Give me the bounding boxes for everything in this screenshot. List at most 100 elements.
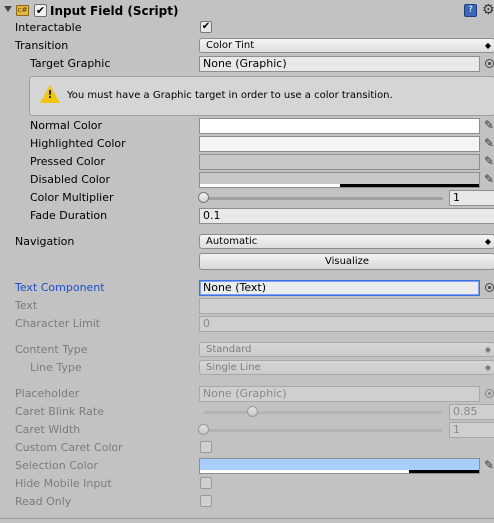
text-component-label: Text Component [15, 281, 105, 294]
text-component-row: Text Component None (Text) [0, 279, 494, 297]
object-picker-icon[interactable] [485, 389, 494, 398]
hide-mobile-input-label: Hide Mobile Input [15, 477, 112, 490]
warning-helpbox: ! You must have a Graphic target in orde… [29, 76, 494, 116]
dropdown-arrows-icon: ◆ [484, 41, 491, 50]
text-field[interactable] [199, 298, 494, 314]
selection-color-alpha-bar [200, 470, 410, 473]
color-multiplier-value[interactable]: 1 [449, 190, 494, 206]
fade-duration-field[interactable]: 0.1 [199, 208, 494, 224]
navigation-row: Navigation Automatic ◆ [0, 233, 494, 251]
caret-blink-rate-slider-track[interactable] [203, 411, 443, 414]
placeholder-field[interactable]: None (Graphic) [199, 386, 480, 402]
disabled-color-swatch[interactable] [199, 172, 480, 188]
navigation-value: Automatic [206, 236, 258, 247]
eyedropper-icon[interactable]: ✎ [484, 154, 494, 168]
interactable-checkbox[interactable]: ✔ [200, 21, 212, 33]
transition-value: Color Tint [206, 40, 255, 51]
hide-mobile-input-row: Hide Mobile Input [0, 475, 494, 493]
caret-blink-rate-slider-thumb[interactable] [247, 406, 258, 417]
caret-width-row: Caret Width 1 [0, 421, 494, 439]
normal-color-label: Normal Color [30, 119, 103, 132]
fade-duration-row: Fade Duration 0.1 [0, 207, 494, 225]
caret-width-slider-thumb[interactable] [198, 424, 209, 435]
normal-color-swatch[interactable] [199, 118, 480, 134]
object-picker-icon[interactable] [485, 59, 494, 68]
component-title: Input Field (Script) [50, 4, 179, 18]
highlighted-color-row: Highlighted Color ✎ [0, 135, 494, 153]
gear-icon[interactable]: ⚙ [482, 2, 494, 18]
selection-color-row: Selection Color ✎ [0, 457, 494, 475]
interactable-row: Interactable ✔ [0, 19, 494, 37]
component-enabled-checkbox[interactable]: ✔ [34, 4, 47, 17]
highlighted-color-swatch[interactable] [199, 136, 480, 152]
target-graphic-label: Target Graphic [30, 57, 111, 70]
object-picker-icon[interactable] [485, 283, 494, 292]
navigation-dropdown[interactable]: Automatic ◆ [199, 234, 494, 249]
placeholder-label: Placeholder [15, 387, 80, 400]
character-limit-row: Character Limit 0 [0, 315, 494, 333]
highlighted-color-label: Highlighted Color [30, 137, 126, 150]
component-divider [0, 518, 494, 519]
read-only-row: Read Only [0, 493, 494, 511]
caret-blink-rate-row: Caret Blink Rate 0.85 [0, 403, 494, 421]
eyedropper-icon[interactable]: ✎ [484, 136, 494, 150]
content-type-label: Content Type [15, 343, 88, 356]
content-type-row: Content Type Standard ◆ [0, 341, 494, 359]
disabled-color-alpha-remainder [339, 184, 479, 187]
fade-duration-label: Fade Duration [30, 209, 108, 222]
read-only-checkbox[interactable] [200, 495, 212, 507]
hide-mobile-input-checkbox[interactable] [200, 477, 212, 489]
target-graphic-row: Target Graphic None (Graphic) [0, 55, 494, 73]
color-multiplier-slider-thumb[interactable] [198, 192, 209, 203]
character-limit-field[interactable]: 0 [199, 316, 494, 332]
selection-color-swatch[interactable] [199, 458, 480, 474]
pressed-color-row: Pressed Color ✎ [0, 153, 494, 171]
caret-blink-rate-value[interactable]: 0.85 [449, 404, 494, 420]
line-type-label: Line Type [30, 361, 82, 374]
transition-label: Transition [15, 39, 69, 52]
transition-dropdown[interactable]: Color Tint ◆ [199, 38, 494, 53]
pressed-color-label: Pressed Color [30, 155, 105, 168]
color-multiplier-slider-track[interactable] [203, 197, 443, 200]
custom-caret-color-label: Custom Caret Color [15, 441, 123, 454]
selection-color-alpha-remainder [409, 470, 479, 473]
foldout-arrow-icon[interactable] [4, 6, 12, 12]
custom-caret-color-checkbox[interactable] [200, 441, 212, 453]
target-graphic-field[interactable]: None (Graphic) [199, 56, 480, 72]
transition-row: Transition Color Tint ◆ [0, 37, 494, 55]
eyedropper-icon[interactable]: ✎ [484, 172, 494, 186]
caret-width-label: Caret Width [15, 423, 81, 436]
pressed-color-swatch[interactable] [199, 154, 480, 170]
text-component-field[interactable]: None (Text) [199, 280, 480, 296]
component-header: c# ✔ Input Field (Script) ? ⚙ [0, 2, 494, 20]
script-icon: c# [16, 5, 29, 16]
content-type-dropdown[interactable]: Standard ◆ [199, 342, 494, 357]
disabled-color-label: Disabled Color [30, 173, 111, 186]
disabled-color-row: Disabled Color ✎ [0, 171, 494, 189]
text-label: Text [15, 299, 38, 312]
disabled-color-alpha-bar [200, 184, 340, 187]
eyedropper-icon[interactable]: ✎ [484, 118, 494, 132]
line-type-dropdown[interactable]: Single Line ◆ [199, 360, 494, 375]
dropdown-arrows-icon: ◆ [484, 345, 491, 354]
content-type-value: Standard [206, 344, 252, 355]
warning-exclamation: ! [47, 88, 53, 101]
normal-color-row: Normal Color ✎ [0, 117, 494, 135]
caret-width-slider-track[interactable] [203, 429, 443, 432]
color-multiplier-label: Color Multiplier [30, 191, 114, 204]
selection-color-label: Selection Color [15, 459, 98, 472]
interactable-label: Interactable [15, 21, 82, 34]
custom-caret-color-row: Custom Caret Color [0, 439, 494, 457]
color-multiplier-row: Color Multiplier 1 [0, 189, 494, 207]
eyedropper-icon[interactable]: ✎ [484, 458, 494, 472]
dropdown-arrows-icon: ◆ [484, 237, 491, 246]
read-only-label: Read Only [15, 495, 72, 508]
placeholder-row: Placeholder None (Graphic) [0, 385, 494, 403]
visualize-button[interactable]: Visualize [199, 253, 494, 270]
visualize-row: Visualize [0, 253, 494, 271]
caret-width-value[interactable]: 1 [449, 422, 494, 438]
warning-text: You must have a Graphic target in order … [67, 90, 393, 101]
line-type-value: Single Line [206, 362, 261, 373]
help-icon[interactable]: ? [464, 4, 477, 17]
character-limit-label: Character Limit [15, 317, 101, 330]
